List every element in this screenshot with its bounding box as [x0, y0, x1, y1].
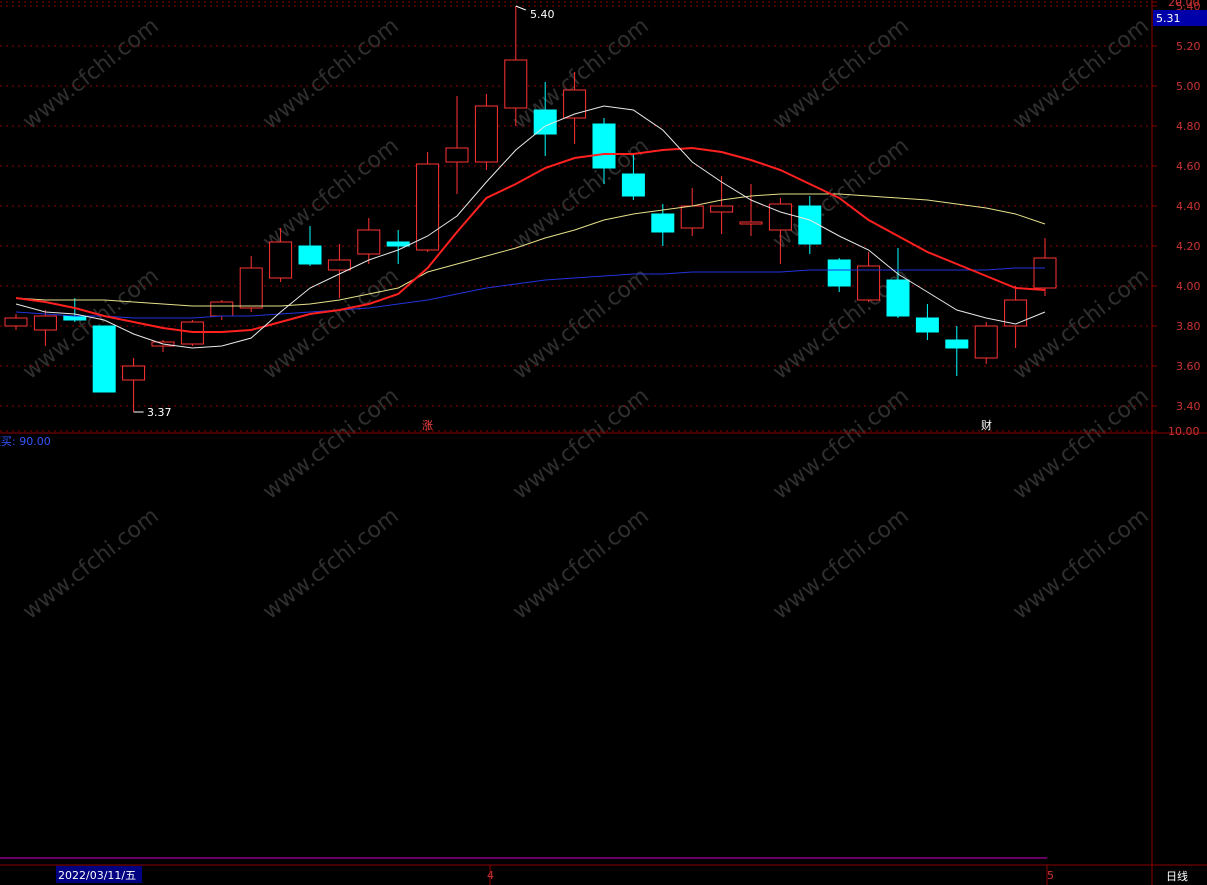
event-marker-cai: 财	[981, 418, 992, 432]
indicator-tick-label: 10.00	[1168, 425, 1200, 438]
period-label[interactable]: 日线	[1166, 869, 1188, 883]
candle-up	[210, 301, 234, 317]
last-price-label: 5.31	[1156, 12, 1181, 25]
candle-down	[651, 213, 675, 233]
candle-up	[327, 259, 351, 271]
candle-up	[239, 267, 263, 309]
price-tick-label: 3.60	[1176, 360, 1201, 373]
price-tick-label: 4.80	[1176, 120, 1201, 133]
candle-down	[945, 339, 969, 349]
candle-down	[886, 279, 910, 317]
candle-up	[122, 365, 146, 381]
candle-up	[710, 205, 734, 213]
price-tick-label: 4.40	[1176, 200, 1201, 213]
stock-chart[interactable]: www.cfchi.com www.cfchi.com www.cfchi.com w…	[0, 0, 1207, 885]
x-mark-5: 5	[1047, 869, 1054, 882]
candle-up	[504, 59, 528, 109]
candle-up	[33, 315, 57, 331]
candle-down	[621, 173, 645, 197]
candle-down	[915, 317, 939, 333]
candle-down	[533, 109, 557, 135]
candle-up	[974, 325, 998, 359]
price-tick-label: 3.40	[1176, 400, 1201, 413]
candle-up	[768, 203, 792, 231]
high-annotation: 5.40	[530, 8, 555, 21]
overbought-level-label: 超买: 90.00	[0, 434, 51, 448]
price-tick-label: 4.00	[1176, 280, 1201, 293]
x-mark-4: 4	[487, 869, 494, 882]
candle-up	[680, 205, 704, 229]
price-tick-label: 4.60	[1176, 160, 1201, 173]
candle-down	[798, 205, 822, 245]
candle-down	[92, 325, 116, 393]
candle-down	[386, 241, 410, 247]
candle-up	[739, 221, 763, 225]
candle-up	[357, 229, 381, 255]
candle-down	[592, 123, 616, 169]
low-annotation: 3.37	[147, 406, 172, 419]
price-tick-label: 5.20	[1176, 40, 1201, 53]
candle-up	[445, 147, 469, 163]
candle-up	[1033, 257, 1057, 289]
price-tick-label: 5.00	[1176, 80, 1201, 93]
candle-up	[474, 105, 498, 163]
candle-down	[298, 245, 322, 265]
date-label: 2022/03/11/五	[58, 869, 136, 882]
candle-down	[63, 315, 87, 321]
price-tick-label: 4.20	[1176, 240, 1201, 253]
candle-up	[416, 163, 440, 251]
candle-down	[827, 259, 851, 287]
candle-up	[857, 265, 881, 301]
event-marker-zhang: 涨	[422, 419, 433, 432]
candle-up	[4, 317, 28, 327]
candle-up	[269, 241, 293, 279]
price-tick-label: 3.80	[1176, 320, 1201, 333]
indicator-tick-label: 20.00	[1168, 0, 1200, 9]
